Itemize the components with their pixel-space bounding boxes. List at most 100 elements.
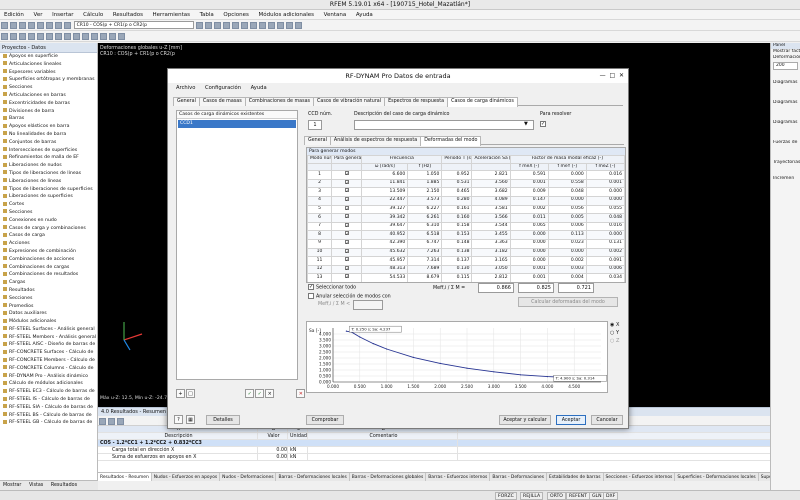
calculate-mode-shapes-button[interactable]: Calcular deformadas del modo [518,297,618,307]
results-icon[interactable] [64,22,71,29]
undo-icon[interactable] [37,22,44,29]
snap-icon[interactable] [100,33,107,40]
mode-generate-cell[interactable]: ✓ [331,273,363,282]
nav-tree-item[interactable]: Conexiones en nudo [0,217,97,225]
case-list-item-ccd1[interactable]: CCD1 [178,120,296,128]
nav-tree-item[interactable]: RF-STEEL Members - Análisis general [0,334,97,342]
table-row[interactable]: CO5 - 1.2*CC1 + 1.2*CC2 + 0.832*CC3 [98,440,770,447]
nav-tree-item[interactable]: Articulaciones en barras [0,92,97,100]
prev-case-icon[interactable] [196,22,204,29]
minimize-icon[interactable]: — [600,72,606,79]
nav-tree-item[interactable]: Expresiones de combinación [0,248,97,256]
navigator-tree[interactable]: Apoyos en superficie Articulaciones linea… [0,53,97,427]
nav-tree-item[interactable]: Refinamientos de malla de EF [0,154,97,162]
results-tab[interactable]: Barras - Deformaciones locales [276,473,350,481]
nav-tree-item[interactable]: No linealidades de barra [0,131,97,139]
surface-icon[interactable] [28,33,35,40]
generate-mode-checkbox[interactable]: ✓ [344,214,349,219]
nav-tree-item[interactable]: Liberaciones de líneas [0,178,97,186]
mode-row[interactable]: 9 ✓ 42.390 6.747 0.148 3.363 0.000 0.023 0.131 [307,238,625,249]
mode-generate-cell[interactable]: ✓ [331,187,363,197]
panel-item[interactable]: Incremen [771,176,800,182]
mode-generate-cell[interactable]: ✓ [331,256,363,266]
member-icon[interactable] [19,33,26,40]
subtab-general[interactable]: General [304,136,331,145]
nav-tree-item[interactable]: RF-STEEL IS - Cálculo de barras de [0,396,97,404]
nav-tree-item[interactable]: RF-CONCRETE Members - Cálculo de [0,357,97,365]
new-case-icon[interactable]: + [176,389,185,398]
nav-tree-item[interactable]: Casos de carga y combinaciones [0,225,97,233]
dlg-menu-archivo[interactable]: Archivo [172,84,199,93]
load-case-combo[interactable]: CR10 - COS(p + CR1(p o CR2(p [73,21,194,29]
check-button[interactable]: Comprobar [306,415,344,425]
status-refent[interactable]: REFENT [566,492,590,500]
next-case-icon[interactable] [205,22,213,29]
status-rejilla[interactable]: REJILLA [520,492,544,500]
mode-row[interactable]: 11 ✓ 45.957 7.314 0.137 3.165 0.000 0.002 0.091 [307,256,625,266]
generate-mode-checkbox[interactable]: ✓ [344,274,349,279]
nav-tree-item[interactable]: RF-STEEL BS - Cálculo de barras de [0,412,97,420]
wireframe-icon[interactable] [277,22,285,29]
nav-tree-item[interactable]: Conjuntos de barras [0,139,97,147]
view-z-icon[interactable] [232,22,240,29]
mode-row[interactable]: 1 ✓ 6.600 1.050 0.952 2.821 0.591 0.000 0.016 [307,170,625,180]
menu-ver[interactable]: Ver [30,10,47,20]
menu-ventana[interactable]: Ventana [320,10,351,20]
section-icon[interactable] [118,33,125,40]
menu-opciones[interactable]: Opciones [219,10,252,20]
mode-generate-cell[interactable]: ✓ [331,195,363,206]
panel-factor-input[interactable]: 200 [773,62,798,70]
nav-tree-item[interactable]: Casos de carga [0,232,97,240]
cancel-modes-checkbox[interactable] [308,293,314,299]
generate-mode-checkbox[interactable]: ✓ [344,197,349,201]
menu-herramientas[interactable]: Herramientas [149,10,194,20]
nav-tree-item[interactable]: Divisiones de barra [0,108,97,116]
tab-casos-masas[interactable]: Casos de masas [198,97,246,106]
nav-tree-item[interactable]: Liberaciones de superficies [0,193,97,201]
status-forzc[interactable]: FORZC [495,492,517,500]
results-nav-icon[interactable] [99,418,106,425]
nav-tree-item[interactable]: Secciones [0,84,97,92]
radio-y[interactable]: ○ Y [610,329,619,337]
select-all-option[interactable]: ✓ Seleccionar todo [308,284,356,291]
hinge-icon[interactable] [55,33,62,40]
nav-tree-item[interactable]: RF-STEEL EC3 - Cálculo de barras de [0,388,97,396]
results-tab[interactable]: Barras - Deformaciones [490,473,548,481]
nav-tree-item[interactable]: Apoyos elásticos en barra [0,123,97,131]
results-export-icon[interactable] [117,418,124,425]
mode-row[interactable]: 8 ✓ 40.952 6.518 0.153 3.455 0.000 0.113 0.000 [307,230,625,240]
units-icon[interactable]: ▦ [186,415,195,424]
view-x-icon[interactable] [214,22,222,29]
nav-tree-item[interactable]: Cálculo de módulos adicionales [0,380,97,388]
resolve-checkbox[interactable]: ✓ [540,121,548,128]
tab-casos-vibracion[interactable]: Casos de vibración natural [313,97,386,106]
mode-row[interactable]: 2 ✓ 11.841 1.885 0.531 3.560 0.001 0.558 0.001 [307,178,625,189]
mode-generate-cell[interactable]: ✓ [331,264,363,275]
meff-threshold-field[interactable] [353,300,383,310]
select-all-checkbox[interactable]: ✓ [308,284,314,290]
check-icon[interactable]: ✓ [255,389,265,398]
nav-tree-item[interactable]: Excentricidades de barras [0,100,97,108]
close-icon[interactable]: ✕ [619,72,624,79]
nav-tree-item[interactable]: Espesores variables [0,69,97,77]
nav-tree-item[interactable]: Combinaciones de acciones [0,256,97,264]
generate-mode-checkbox[interactable]: ✓ [344,206,349,210]
nav-tree-item[interactable]: Tipos de liberaciones de líneas [0,170,97,178]
generate-mode-checkbox[interactable]: ✓ [344,223,349,227]
menu-edicion[interactable]: Edición [0,10,28,20]
mode-row[interactable]: 5 ✓ 39.127 6.227 0.161 3.581 0.002 0.056 0.055 [307,204,625,215]
delete-case-icon[interactable]: ✕ [296,389,306,398]
measure-icon[interactable] [109,33,116,40]
results-tab[interactable]: Superficies - Forma [759,473,770,481]
nav-tree-item[interactable]: Tipos de liberaciones de superficies [0,186,97,194]
mode-row[interactable]: 3 ✓ 13.509 2.150 0.465 3.682 0.009 0.048 0.000 [307,187,625,197]
mode-row[interactable]: 12 ✓ 48.313 7.689 0.130 3.050 0.001 0.003 0.006 [307,264,625,275]
tab-casos-carga-dinamicos[interactable]: Casos de carga dinámicos [447,97,518,107]
mode-row[interactable]: 6 ✓ 39.342 6.261 0.160 3.566 0.011 0.005 0.048 [307,213,625,223]
open-folder-icon[interactable] [10,22,17,29]
nav-tree-item[interactable]: Datos auxiliares [0,310,97,318]
mode-generate-cell[interactable]: ✓ [331,247,363,258]
subtab-deformadas[interactable]: Deformadas del modo [420,136,482,146]
line-icon[interactable] [10,33,17,40]
table-row[interactable]: Carga total en dirección X 0.00 kN [98,447,770,454]
